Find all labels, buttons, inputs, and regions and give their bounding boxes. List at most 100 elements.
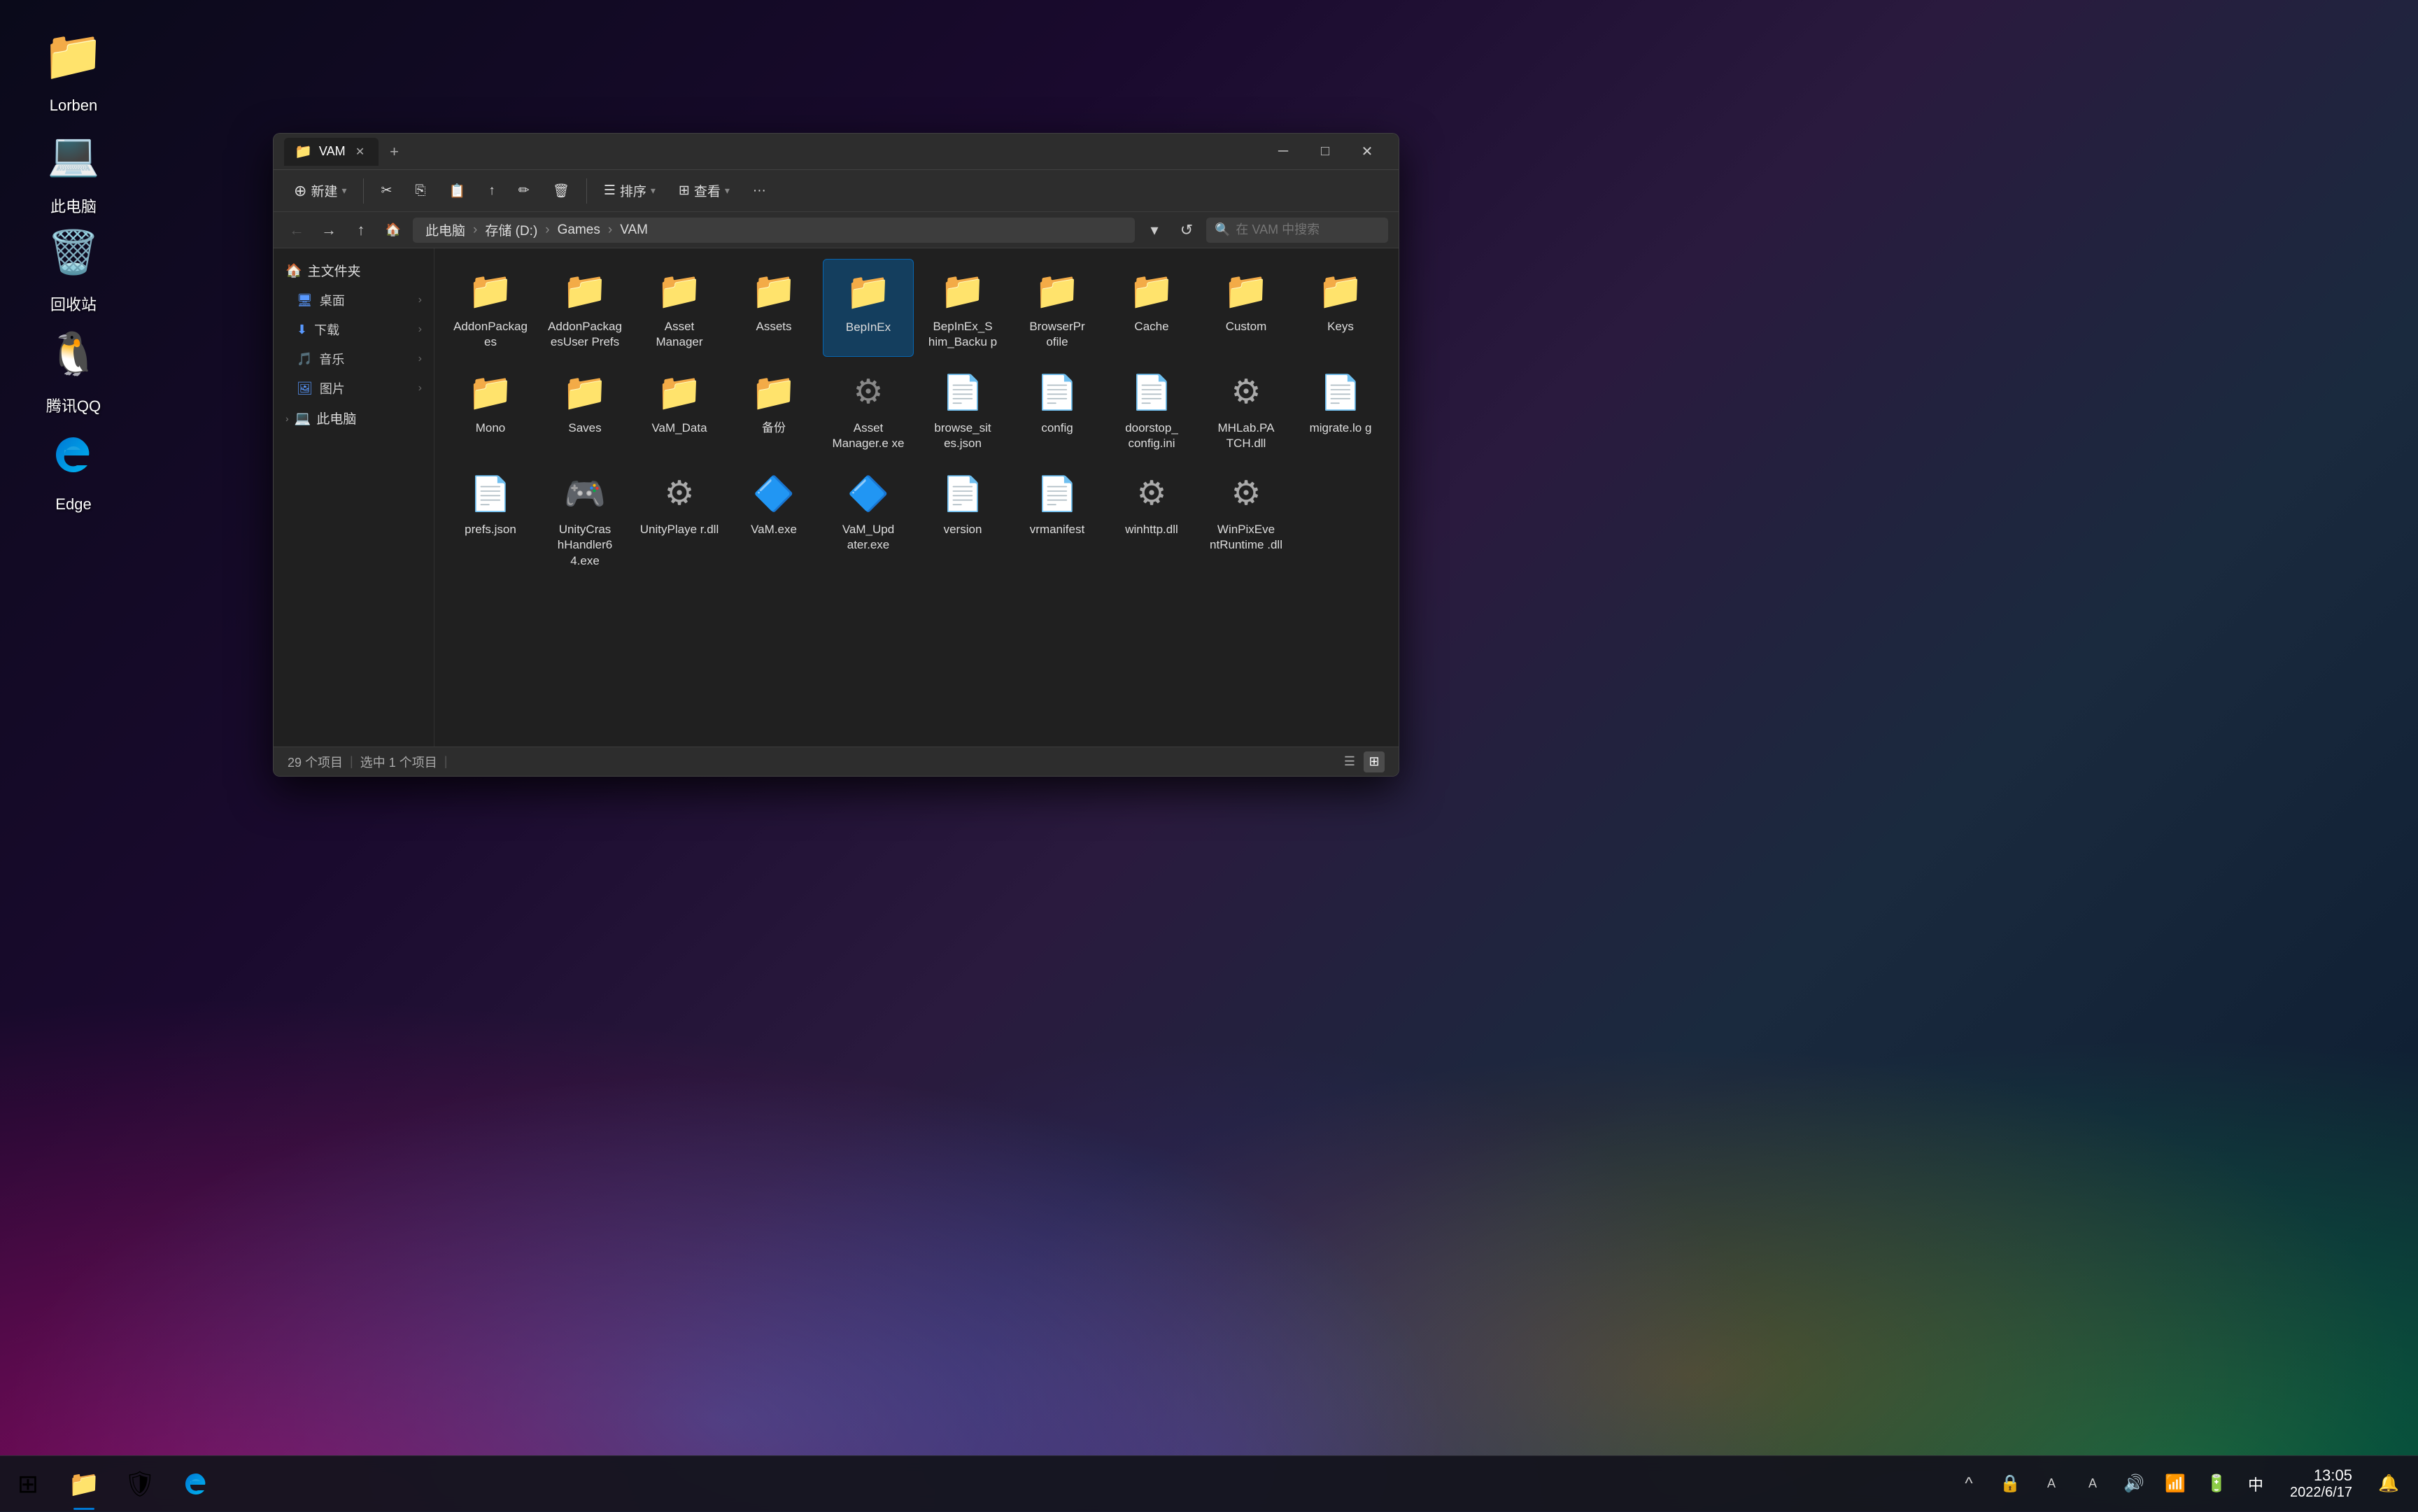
sidebar-item-desktop[interactable]: 🖥 桌面 ›	[277, 285, 430, 315]
file-item-assets[interactable]: 📁 Assets	[728, 259, 819, 357]
file-item-custom[interactable]: 📁 Custom	[1201, 259, 1292, 357]
file-item-prefsjson[interactable]: 📄 prefs.json	[445, 462, 536, 575]
file-item-vamexe[interactable]: 🔷 VaM.exe	[728, 462, 819, 575]
grid-view-button[interactable]: ⊞	[1364, 751, 1385, 772]
file-item-vam-data[interactable]: 📁 VaM_Data	[634, 360, 725, 458]
up-button[interactable]: ↑	[348, 218, 374, 243]
this-pc-icon: 💻	[38, 119, 108, 189]
breadcrumb-item-vam[interactable]: VAM	[616, 220, 652, 240]
desktop-icon-edge[interactable]: Edge	[10, 413, 136, 521]
desktop-icon-lorben[interactable]: 📁 Lorben	[10, 14, 136, 122]
file-item-winpixevent[interactable]: ⚙ WinPixEve ntRuntime .dll	[1201, 462, 1292, 575]
copy-button[interactable]: ⎘	[405, 178, 435, 204]
file-item-vrmanifest[interactable]: 📄 vrmanifest	[1012, 462, 1103, 575]
file-label-doorstopconfig: doorstop_ config.ini	[1112, 421, 1192, 451]
refresh-button[interactable]: ↺	[1174, 218, 1199, 243]
file-item-mhlabpatch[interactable]: ⚙ MHLab.PA TCH.dll	[1201, 360, 1292, 458]
file-label-vrmanifest: vrmanifest	[1030, 522, 1084, 537]
input-method-icon[interactable]: A	[2036, 1469, 2067, 1499]
search-input[interactable]	[1236, 222, 1380, 237]
file-icon-mono: 📁	[466, 367, 515, 416]
delete-button[interactable]: 🗑	[543, 177, 579, 205]
file-item-unityplayer[interactable]: ⚙ UnityPlaye r.dll	[634, 462, 725, 575]
taskbar-file-explorer[interactable]: 📁	[56, 1456, 112, 1512]
list-view-button[interactable]: ☰	[1339, 751, 1360, 772]
file-item-assetmanagerexe[interactable]: ⚙ Asset Manager.e xe	[823, 360, 914, 458]
file-item-config[interactable]: 📄 config	[1012, 360, 1103, 458]
new-button[interactable]: ⊕ 新建 ▾	[284, 176, 356, 206]
file-item-browserprofile[interactable]: 📁 BrowserPr ofile	[1012, 259, 1103, 357]
desktop-icon-qq[interactable]: 🐧 腾讯QQ	[10, 311, 136, 423]
file-item-cache[interactable]: 📁 Cache	[1106, 259, 1197, 357]
file-item-browsesitesjs[interactable]: 📄 browse_sit es.json	[917, 360, 1008, 458]
maximize-button[interactable]: □	[1304, 134, 1346, 170]
breadcrumb-item-drive[interactable]: 存储 (D:)	[481, 218, 542, 241]
close-button[interactable]: ✕	[1346, 134, 1388, 170]
cut-button[interactable]: ✂	[371, 177, 402, 204]
file-item-assetmanager[interactable]: 📁 Asset Manager	[634, 259, 725, 357]
network-icon[interactable]: 📶	[2160, 1469, 2191, 1499]
file-item-addonpackagesuserprefs[interactable]: 📁 AddonPackagesUser Prefs	[539, 259, 630, 357]
recent-button[interactable]: 🏠	[381, 218, 406, 243]
view-button[interactable]: ⊞ 查看 ▾	[669, 176, 740, 206]
breadcrumb-item-games[interactable]: Games	[553, 220, 604, 240]
tab-close-button[interactable]: ✕	[353, 144, 368, 160]
file-icon-addonpackages: 📁	[466, 266, 515, 315]
minimize-button[interactable]: ─	[1262, 134, 1304, 170]
start-button[interactable]: ⊞	[0, 1456, 56, 1512]
sidebar: 🏠 主文件夹 🖥 桌面 › ⬇ 下载 › 🎵 音乐 ›	[274, 248, 434, 747]
search-bar[interactable]: 🔍	[1206, 218, 1388, 243]
sidebar-main-folder[interactable]: 🏠 主文件夹	[277, 255, 430, 285]
file-item-bepinexshimbackup[interactable]: 📁 BepInEx_S him_Backu p	[917, 259, 1008, 357]
notifications-button[interactable]: 🔔	[2373, 1469, 2404, 1499]
sidebar-item-pictures[interactable]: 🖼 图片 ›	[277, 374, 430, 403]
dropdown-button[interactable]: ▾	[1142, 218, 1167, 243]
back-button[interactable]: ←	[284, 218, 309, 243]
file-item-mono[interactable]: 📁 Mono	[445, 360, 536, 458]
tab-title: VAM	[319, 144, 346, 159]
forward-button[interactable]: →	[316, 218, 341, 243]
desktop-icon-this-pc[interactable]: 💻 此电脑	[10, 112, 136, 224]
file-label-addonpackagesuserprefs: AddonPackagesUser Prefs	[545, 319, 625, 350]
file-item-unitycrash[interactable]: 🎮 UnityCras hHandler6 4.exe	[539, 462, 630, 575]
file-icon-vamupdater: 🔷	[844, 469, 893, 518]
file-icon-prefsjson: 📄	[466, 469, 515, 518]
language-icon[interactable]: A	[2077, 1469, 2108, 1499]
show-hidden-icons-button[interactable]: ^	[1953, 1469, 1984, 1499]
file-item-addonpackages[interactable]: 📁 AddonPackages	[445, 259, 536, 357]
ime-cn-indicator[interactable]: 中	[2242, 1470, 2269, 1498]
title-tab-vam[interactable]: 📁 VAM ✕	[284, 138, 379, 166]
share-button[interactable]: ↑	[479, 178, 505, 204]
taskbar-clock[interactable]: 13:05 2022/6/17	[2279, 1463, 2363, 1504]
file-item-vamupdater[interactable]: 🔷 VaM_Upd ater.exe	[823, 462, 914, 575]
sort-button[interactable]: ☰ 排序 ▾	[594, 176, 665, 206]
folder-icon: 🏠	[386, 222, 401, 237]
file-item-version[interactable]: 📄 version	[917, 462, 1008, 575]
breadcrumb[interactable]: 此电脑 › 存储 (D:) › Games › VAM	[413, 218, 1135, 243]
file-label-winpixevent: WinPixEve ntRuntime .dll	[1206, 522, 1286, 553]
file-item-migratelog[interactable]: 📄 migrate.lo g	[1295, 360, 1386, 458]
sidebar-item-music[interactable]: 🎵 音乐 ›	[277, 344, 430, 374]
file-item-keys[interactable]: 📁 Keys	[1295, 259, 1386, 357]
new-tab-button[interactable]: +	[382, 139, 407, 164]
file-item-doorstopconfig[interactable]: 📄 doorstop_ config.ini	[1106, 360, 1197, 458]
breadcrumb-item-pc[interactable]: 此电脑	[421, 218, 469, 241]
taskbar-security[interactable]: 🛡	[112, 1456, 168, 1512]
taskbar-edge[interactable]	[168, 1456, 224, 1512]
rename-button[interactable]: ✏	[509, 177, 539, 204]
file-item-backup[interactable]: 📁 备份	[728, 360, 819, 458]
this-pc-label-sidebar: 此电脑	[316, 409, 356, 428]
paste-button[interactable]: 📋	[439, 177, 476, 205]
sidebar-this-pc[interactable]: › 💻 此电脑	[277, 403, 430, 433]
file-item-bepinex[interactable]: 📁 BepInEx	[823, 259, 914, 357]
file-item-winhttp[interactable]: ⚙ winhttp.dll	[1106, 462, 1197, 575]
sort-chevron-icon: ▾	[651, 185, 656, 197]
more-button[interactable]: ···	[743, 178, 776, 204]
file-item-saves[interactable]: 📁 Saves	[539, 360, 630, 458]
desktop-icon-recycle-bin[interactable]: 🗑️ 回收站	[10, 210, 136, 322]
security-tray-icon[interactable]: 🔒	[1995, 1469, 2025, 1499]
sidebar-item-downloads[interactable]: ⬇ 下载 ›	[277, 315, 430, 344]
new-label: 新建	[311, 181, 337, 200]
audio-icon[interactable]: 🔊	[2119, 1469, 2149, 1499]
battery-icon[interactable]: 🔋	[2201, 1469, 2232, 1499]
